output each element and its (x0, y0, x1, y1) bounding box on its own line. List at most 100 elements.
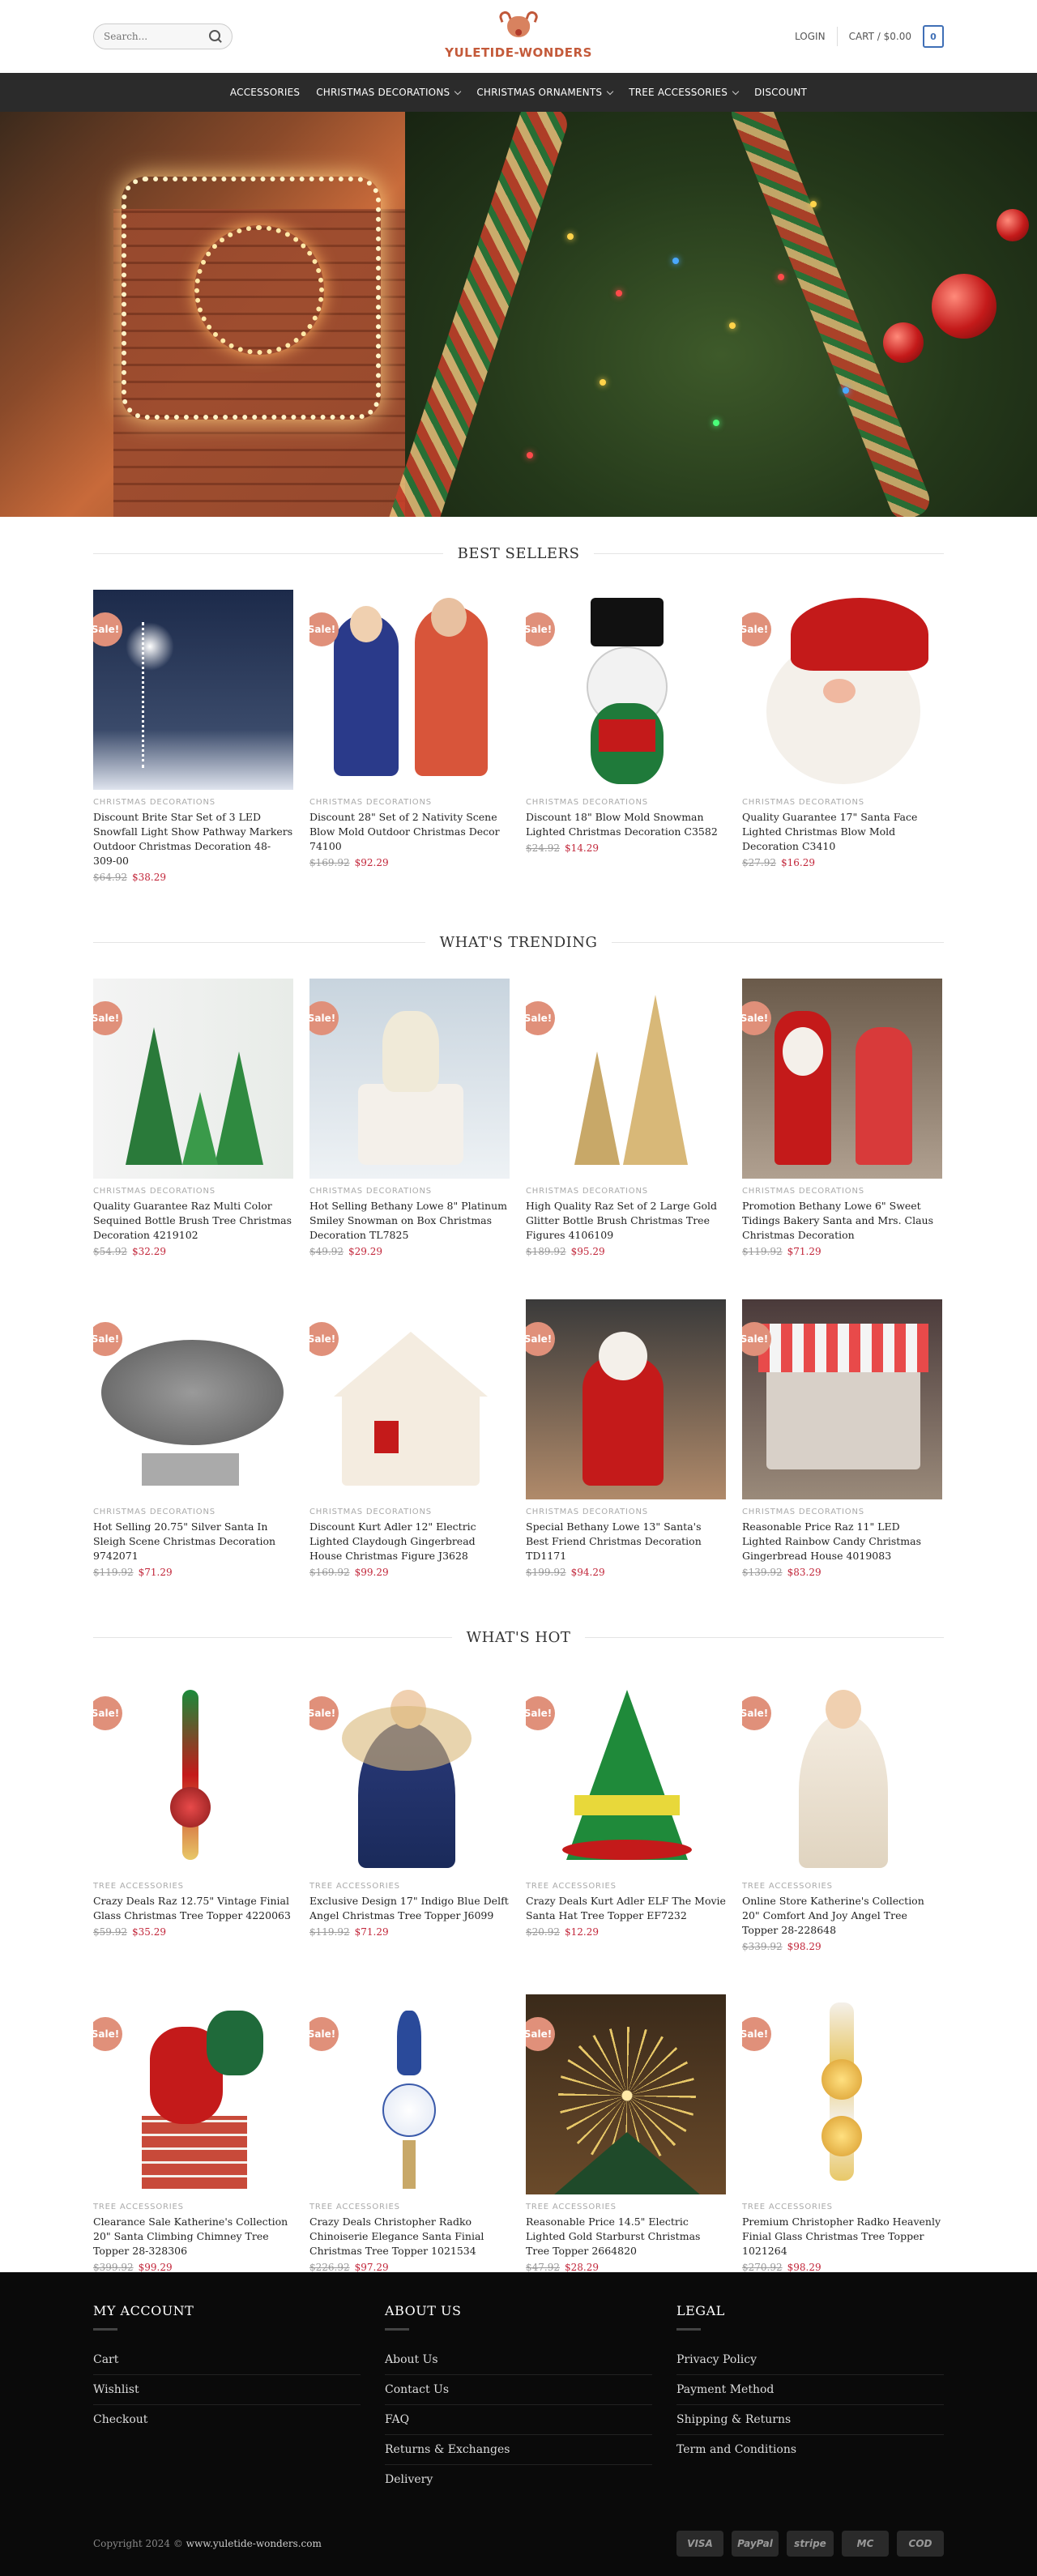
nav-item-christmas-decorations[interactable]: CHRISTMAS DECORATIONS (316, 87, 462, 98)
product-category[interactable]: CHRISTMAS DECORATIONS (309, 798, 510, 807)
product-card[interactable]: Sale! CHRISTMAS DECORATIONS Promotion Beth… (742, 979, 942, 1257)
product-image[interactable]: Sale! (526, 590, 726, 790)
product-card[interactable]: Sale! CHRISTMAS DECORATIONS High Quality R… (526, 979, 726, 1257)
search-box[interactable] (93, 23, 233, 49)
product-image[interactable]: Sale! (309, 1994, 510, 2194)
product-image[interactable]: Sale! (742, 1299, 942, 1499)
product-image[interactable]: Sale! (309, 979, 510, 1179)
product-name[interactable]: Discount 28" Set of 2 Nativity Scene Blo… (309, 810, 510, 854)
footer-link[interactable]: FAQ (385, 2405, 652, 2435)
product-name[interactable]: Online Store Katherine's Collection 20" … (742, 1894, 942, 1938)
product-category[interactable]: TREE ACCESSORIES (93, 1882, 293, 1891)
product-name[interactable]: Promotion Bethany Lowe 6" Sweet Tidings … (742, 1199, 942, 1243)
footer-link[interactable]: About Us (385, 2345, 652, 2375)
product-name[interactable]: Reasonable Price Raz 11" LED Lighted Rai… (742, 1520, 942, 1563)
footer-link[interactable]: Returns & Exchanges (385, 2435, 652, 2465)
product-image[interactable]: Sale! (742, 1674, 942, 1874)
footer-link[interactable]: Delivery (385, 2465, 652, 2494)
product-image[interactable]: Sale! (93, 979, 293, 1179)
product-category[interactable]: CHRISTMAS DECORATIONS (93, 1508, 293, 1516)
product-image[interactable]: Sale! (93, 1994, 293, 2194)
product-card[interactable]: Sale! CHRISTMAS DECORATIONS Discount 28" S… (309, 590, 510, 883)
product-category[interactable]: TREE ACCESSORIES (309, 2203, 510, 2211)
product-name[interactable]: Reasonable Price 14.5" Electric Lighted … (526, 2215, 726, 2258)
product-card[interactable]: Sale! TREE ACCESSORIES Crazy Deals Raz 12.… (93, 1674, 293, 1952)
product-card[interactable]: Sale! CHRISTMAS DECORATIONS Quality Guaran… (93, 979, 293, 1257)
search-input[interactable] (104, 31, 201, 42)
product-card[interactable]: Sale! CHRISTMAS DECORATIONS Hot Selling 20… (93, 1299, 293, 1578)
product-image[interactable]: Sale! (526, 1674, 726, 1874)
site-logo[interactable]: YULETIDE-WONDERS (445, 9, 592, 60)
product-card[interactable]: Sale! CHRISTMAS DECORATIONS Hot Selling Be… (309, 979, 510, 1257)
product-image[interactable]: Sale! (309, 1674, 510, 1874)
product-category[interactable]: CHRISTMAS DECORATIONS (93, 1187, 293, 1196)
product-image[interactable]: Sale! (309, 1299, 510, 1499)
product-card[interactable]: Sale! CHRISTMAS DECORATIONS Discount Brite… (93, 590, 293, 883)
product-name[interactable]: Crazy Deals Raz 12.75" Vintage Finial Gl… (93, 1894, 293, 1923)
product-category[interactable]: CHRISTMAS DECORATIONS (526, 1187, 726, 1196)
product-name[interactable]: Premium Christopher Radko Heavenly Finia… (742, 2215, 942, 2258)
product-category[interactable]: CHRISTMAS DECORATIONS (742, 1187, 942, 1196)
product-image[interactable]: Sale! (93, 590, 293, 790)
nav-item-tree-accessories[interactable]: TREE ACCESSORIES (629, 87, 740, 98)
product-category[interactable]: TREE ACCESSORIES (93, 2203, 293, 2211)
footer-link[interactable]: Privacy Policy (676, 2345, 944, 2375)
cart-link[interactable]: CART / $0.00 (849, 31, 911, 42)
product-card[interactable]: Sale! TREE ACCESSORIES Crazy Deals Christo… (309, 1994, 510, 2273)
product-name[interactable]: Crazy Deals Kurt Adler ELF The Movie San… (526, 1894, 726, 1923)
product-category[interactable]: CHRISTMAS DECORATIONS (93, 798, 293, 807)
product-category[interactable]: CHRISTMAS DECORATIONS (526, 798, 726, 807)
product-name[interactable]: Discount 18" Blow Mold Snowman Lighted C… (526, 810, 726, 839)
product-image[interactable]: Sale! (742, 979, 942, 1179)
product-name[interactable]: Special Bethany Lowe 13" Santa's Best Fr… (526, 1520, 726, 1563)
product-image[interactable]: Sale! (93, 1299, 293, 1499)
product-name[interactable]: Discount Brite Star Set of 3 LED Snowfal… (93, 810, 293, 868)
site-link[interactable]: www.yuletide-wonders.com (186, 2538, 322, 2549)
product-card[interactable]: Sale! CHRISTMAS DECORATIONS Discount 18" B… (526, 590, 726, 883)
product-name[interactable]: Exclusive Design 17" Indigo Blue Delft A… (309, 1894, 510, 1923)
product-card[interactable]: Sale! TREE ACCESSORIES Online Store Kather… (742, 1674, 942, 1952)
footer-link[interactable]: Checkout (93, 2405, 361, 2434)
product-image[interactable]: Sale! (526, 979, 726, 1179)
product-image[interactable]: Sale! (309, 590, 510, 790)
product-category[interactable]: TREE ACCESSORIES (526, 1882, 726, 1891)
product-image[interactable]: Sale! (526, 1994, 726, 2194)
product-category[interactable]: CHRISTMAS DECORATIONS (742, 1508, 942, 1516)
product-card[interactable]: Sale! TREE ACCESSORIES Premium Christopher… (742, 1994, 942, 2273)
product-card[interactable]: Sale! CHRISTMAS DECORATIONS Special Bethan… (526, 1299, 726, 1578)
product-card[interactable]: Sale! TREE ACCESSORIES Clearance Sale Kath… (93, 1994, 293, 2273)
product-name[interactable]: Clearance Sale Katherine's Collection 20… (93, 2215, 293, 2258)
product-name[interactable]: Quality Guarantee Raz Multi Color Sequin… (93, 1199, 293, 1243)
product-category[interactable]: CHRISTMAS DECORATIONS (742, 798, 942, 807)
nav-item-discount[interactable]: DISCOUNT (754, 87, 807, 98)
nav-item-christmas-ornaments[interactable]: CHRISTMAS ORNAMENTS (476, 87, 614, 98)
product-image[interactable]: Sale! (742, 590, 942, 790)
product-category[interactable]: CHRISTMAS DECORATIONS (309, 1508, 510, 1516)
product-card[interactable]: Sale! CHRISTMAS DECORATIONS Discount Kurt … (309, 1299, 510, 1578)
product-image[interactable]: Sale! (93, 1674, 293, 1874)
footer-link[interactable]: Term and Conditions (676, 2435, 944, 2464)
product-card[interactable]: Sale! TREE ACCESSORIES Exclusive Design 17… (309, 1674, 510, 1952)
product-card[interactable]: Sale! CHRISTMAS DECORATIONS Quality Guaran… (742, 590, 942, 883)
footer-link[interactable]: Cart (93, 2345, 361, 2375)
product-category[interactable]: CHRISTMAS DECORATIONS (309, 1187, 510, 1196)
product-category[interactable]: CHRISTMAS DECORATIONS (526, 1508, 726, 1516)
footer-link[interactable]: Shipping & Returns (676, 2405, 944, 2435)
footer-link[interactable]: Contact Us (385, 2375, 652, 2405)
product-image[interactable]: Sale! (742, 1994, 942, 2194)
product-card[interactable]: Sale! CHRISTMAS DECORATIONS Reasonable Pri… (742, 1299, 942, 1578)
product-category[interactable]: TREE ACCESSORIES (309, 1882, 510, 1891)
footer-link[interactable]: Payment Method (676, 2375, 944, 2405)
product-name[interactable]: Crazy Deals Christopher Radko Chinoiseri… (309, 2215, 510, 2258)
product-card[interactable]: Sale! TREE ACCESSORIES Crazy Deals Kurt Ad… (526, 1674, 726, 1952)
product-name[interactable]: High Quality Raz Set of 2 Large Gold Gli… (526, 1199, 726, 1243)
login-link[interactable]: LOGIN (795, 31, 826, 42)
product-card[interactable]: Sale! TREE ACCESSORIES Reasonable Price 14… (526, 1994, 726, 2273)
footer-link[interactable]: Wishlist (93, 2375, 361, 2405)
product-name[interactable]: Hot Selling Bethany Lowe 8" Platinum Smi… (309, 1199, 510, 1243)
product-image[interactable]: Sale! (526, 1299, 726, 1499)
cart-count-badge[interactable]: 0 (923, 25, 944, 48)
product-category[interactable]: TREE ACCESSORIES (742, 1882, 942, 1891)
product-category[interactable]: TREE ACCESSORIES (742, 2203, 942, 2211)
product-name[interactable]: Hot Selling 20.75" Silver Santa In Sleig… (93, 1520, 293, 1563)
